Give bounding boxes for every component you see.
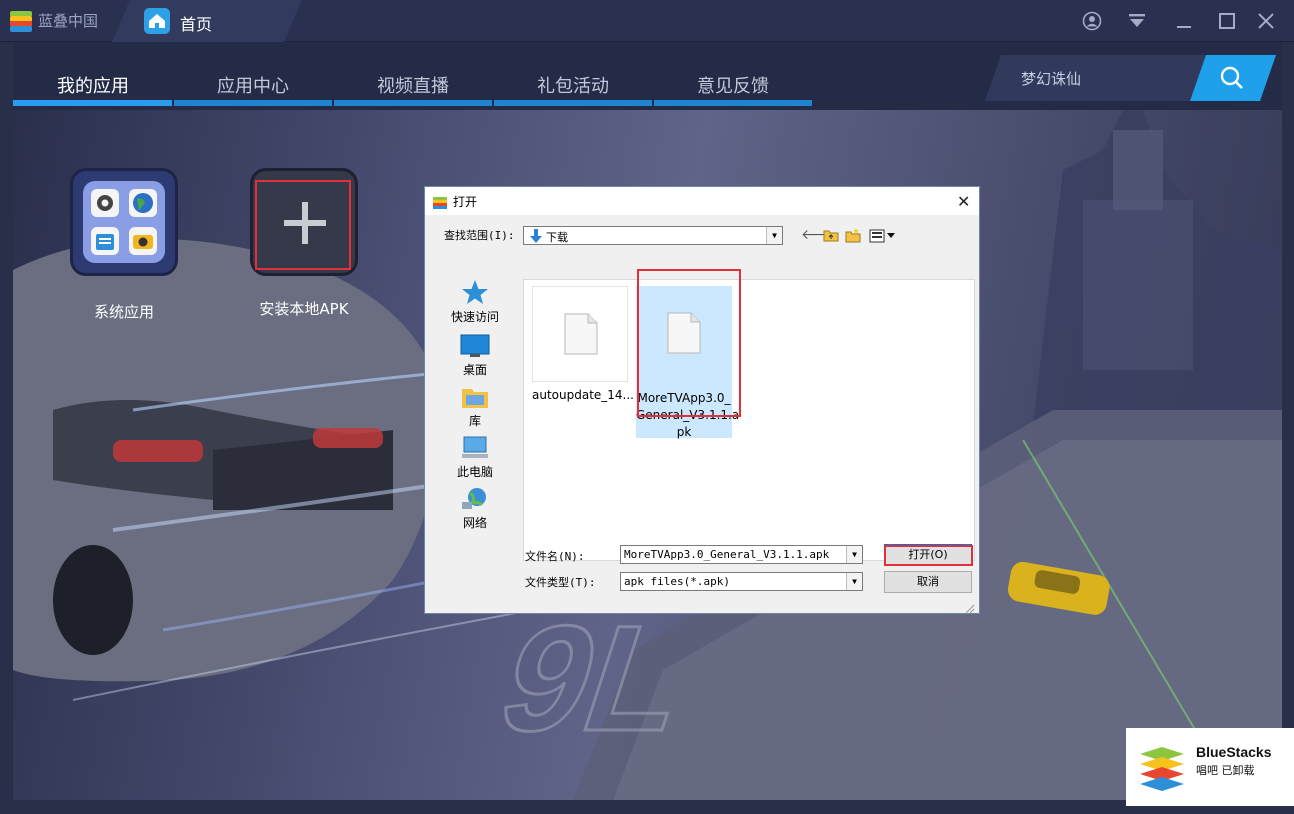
minimize-icon[interactable] xyxy=(1174,11,1194,31)
tab-underline xyxy=(174,100,332,106)
place-this-pc[interactable]: 此电脑 xyxy=(443,436,507,480)
file-manager-icon xyxy=(91,227,119,255)
place-quick-access[interactable]: 快速访问 xyxy=(443,279,507,325)
computer-icon xyxy=(462,436,488,458)
up-folder-icon[interactable] xyxy=(823,227,839,243)
tab-live-video[interactable]: 视频直播 xyxy=(333,72,493,102)
tab-underline xyxy=(654,100,812,106)
open-file-dialog: 打开 ✕ 查找范围(I): 下载 ▼ 🡐 快速访问 桌面 库 此电脑 网络 au… xyxy=(424,186,980,614)
highlight-box xyxy=(255,180,351,270)
brand-name: 蓝叠中国 xyxy=(38,12,99,30)
bluestacks-watermark: BlueStacks 唱吧 已卸载 xyxy=(1126,728,1294,806)
system-apps-tile[interactable] xyxy=(70,168,178,276)
camera-icon xyxy=(129,227,157,255)
dialog-body: 查找范围(I): 下载 ▼ 🡐 快速访问 桌面 库 此电脑 网络 autoupd… xyxy=(425,215,979,614)
view-menu-icon[interactable] xyxy=(869,228,897,243)
watermark-subtitle: 唱吧 已卸载 xyxy=(1196,764,1255,777)
browser-icon xyxy=(129,189,157,217)
place-network[interactable]: 网络 xyxy=(443,487,507,531)
place-library[interactable]: 库 xyxy=(443,385,507,429)
chevron-down-icon: ▼ xyxy=(846,573,862,590)
file-item[interactable]: autoupdate_14... xyxy=(532,286,634,402)
install-local-apk-label: 安装本地APK xyxy=(259,300,349,318)
file-thumbnail xyxy=(532,286,628,382)
library-icon xyxy=(462,389,488,408)
chevron-down-icon: ▼ xyxy=(846,546,862,563)
resize-grip-icon[interactable] xyxy=(963,599,975,614)
title-bar: 蓝叠中国 首页 xyxy=(0,0,1294,42)
dialog-title: 打开 xyxy=(453,195,478,209)
tab-feedback[interactable]: 意见反馈 xyxy=(653,72,813,102)
file-name: autoupdate_14... xyxy=(532,388,634,402)
maximize-icon[interactable] xyxy=(1217,11,1237,31)
file-name-line: pk xyxy=(676,425,692,439)
tab-underline xyxy=(494,100,652,106)
filename-value: MoreTVApp3.0_General_V3.1.1.apk xyxy=(624,548,830,561)
watermark-title: BlueStacks xyxy=(1196,744,1272,760)
place-label: 快速访问 xyxy=(450,310,499,324)
search-icon xyxy=(1219,65,1245,91)
dropdown-icon[interactable] xyxy=(1127,11,1147,31)
lookin-label: 查找范围(I): xyxy=(444,229,515,242)
file-list: autoupdate_14... MoreTVApp3.0_ General_V… xyxy=(523,279,975,561)
brand[interactable]: 蓝叠中国 xyxy=(10,10,99,32)
places-bar: 快速访问 桌面 库 此电脑 网络 xyxy=(443,279,507,559)
star-icon xyxy=(462,280,488,304)
tab-app-center[interactable]: 应用中心 xyxy=(173,72,333,102)
system-apps-label: 系统应用 xyxy=(93,303,154,321)
highlight-box xyxy=(637,269,741,417)
tab-underline xyxy=(334,100,492,106)
filetype-select[interactable]: apk files(*.apk) ▼ xyxy=(620,572,863,591)
new-folder-icon[interactable] xyxy=(845,227,861,243)
user-icon[interactable] xyxy=(1082,11,1102,31)
download-arrow-icon xyxy=(529,228,543,243)
bluestacks-logo-icon xyxy=(433,194,447,209)
place-label: 库 xyxy=(468,414,481,428)
bluestacks-window: 蓝叠中国 首页 我的应用 应用中心 视频直播 礼包活动 意见反馈 梦幻诛仙 9L… xyxy=(0,0,1294,814)
settings-icon xyxy=(91,189,119,217)
bluestacks-logo-icon xyxy=(10,10,32,32)
home-icon xyxy=(144,8,170,34)
filename-input[interactable]: MoreTVApp3.0_General_V3.1.1.apk ▼ xyxy=(620,545,863,564)
dialog-close-icon[interactable]: ✕ xyxy=(957,192,970,211)
search-input-value: 梦幻诛仙 xyxy=(1021,70,1082,88)
place-label: 此电脑 xyxy=(456,465,493,479)
cancel-button[interactable]: 取消 xyxy=(884,571,972,593)
highlight-box xyxy=(884,545,973,566)
tab-gift-events[interactable]: 礼包活动 xyxy=(493,72,653,102)
back-icon[interactable]: 🡐 xyxy=(801,228,839,242)
network-icon xyxy=(462,488,486,509)
place-label: 桌面 xyxy=(462,363,487,377)
tab-underline-active xyxy=(13,100,172,106)
lookin-combo[interactable]: 下载 ▼ xyxy=(523,226,783,245)
tab-my-apps[interactable]: 我的应用 xyxy=(13,72,173,102)
bluestacks-logo-icon xyxy=(1140,747,1184,791)
document-icon xyxy=(564,313,598,355)
filetype-value: apk files(*.apk) xyxy=(624,575,730,588)
desktop-icon xyxy=(460,334,490,357)
tab-home-label: 首页 xyxy=(180,15,213,34)
chevron-down-icon: ▼ xyxy=(766,227,782,244)
filetype-label: 文件类型(T): xyxy=(525,576,596,589)
filename-label: 文件名(N): xyxy=(525,550,585,563)
place-label: 网络 xyxy=(462,516,487,530)
system-apps-icon xyxy=(83,181,165,263)
place-desktop[interactable]: 桌面 xyxy=(443,334,507,378)
lookin-value: 下载 xyxy=(546,231,568,244)
close-icon[interactable] xyxy=(1256,11,1276,31)
